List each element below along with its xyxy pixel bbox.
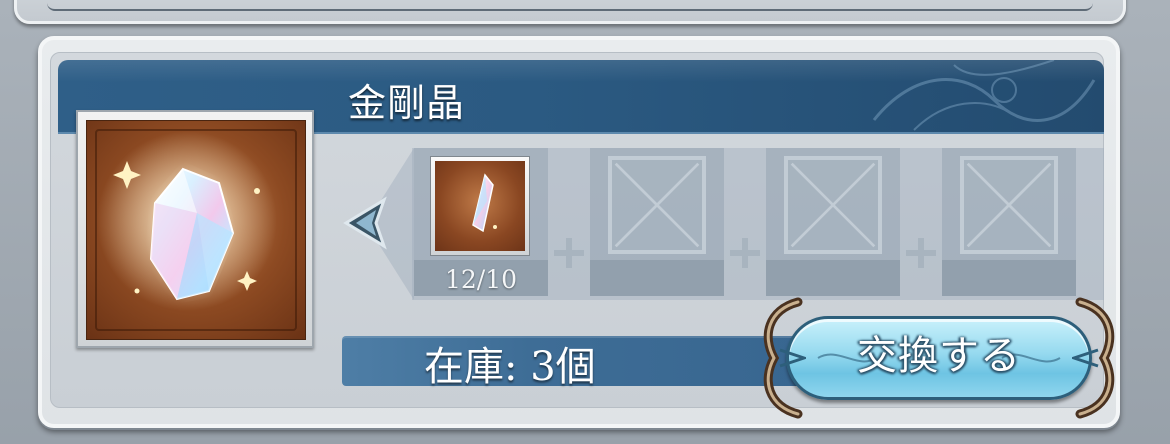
item-exchange-card: 金剛晶 12/10 在庫: 3個 交換する [38,36,1120,428]
previous-item-card [14,0,1126,24]
material-slot-3[interactable] [766,148,900,296]
material-count: 12/10 [444,265,518,294]
plus-icon [730,238,760,268]
banner-ornament-icon [872,60,1096,131]
material-slot-2[interactable] [590,148,724,296]
material-icon-frame [430,156,530,256]
item-icon-background [86,120,306,340]
plus-icon [906,238,936,268]
previous-card-inner [47,0,1093,11]
item-name: 金剛晶 [348,81,466,125]
slot-label-band [942,260,1076,296]
exchange-screen: 金剛晶 12/10 在庫: 3個 交換する [0,0,1170,444]
material-slot-4[interactable] [942,148,1076,296]
empty-slot-icon [960,156,1058,254]
stock-count: 在庫: 3個 [424,344,596,390]
material-icon-background [435,161,525,251]
exchange-button-label: 交換する [857,333,1021,379]
plus-icon [554,238,584,268]
slot-label-band [766,260,900,296]
crystal-shard-icon [472,173,497,233]
empty-slot-icon [608,156,706,254]
material-slot-1[interactable]: 12/10 [414,148,548,296]
left-arrow-icon [343,196,387,250]
slot-label-band [590,260,724,296]
crystal-icon [97,131,277,311]
item-icon-frame [76,110,314,348]
empty-slot-icon [784,156,882,254]
exchange-button[interactable]: 交換する [758,296,1120,420]
